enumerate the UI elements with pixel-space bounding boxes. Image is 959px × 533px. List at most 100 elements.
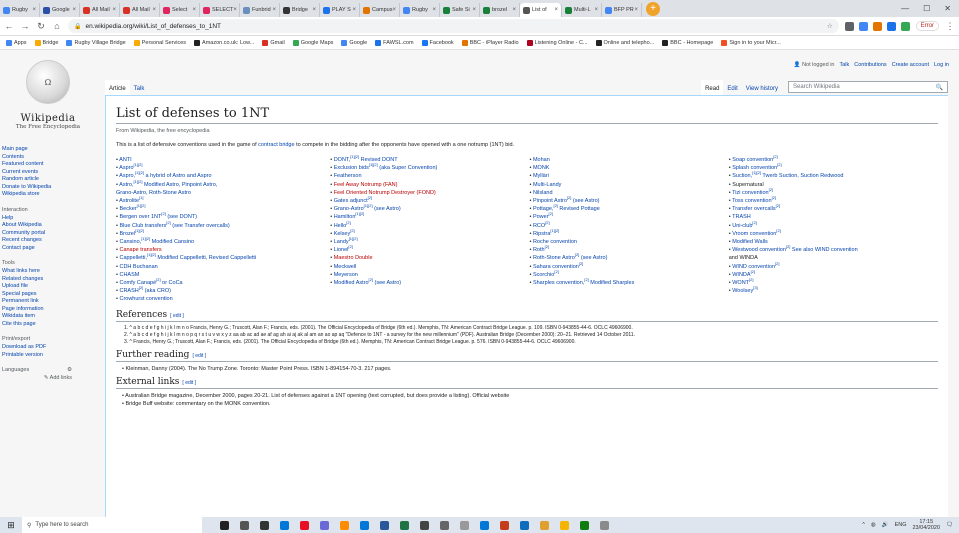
bookmark-item[interactable]: Rugby Village Bridge [66,39,126,46]
app-icon[interactable] [520,520,529,530]
language-indicator[interactable]: ENG [895,522,907,528]
list-item[interactable]: Featherson [330,172,529,180]
list-item[interactable]: CRASH[2] (aka CRO) [116,286,330,295]
sidebar-link[interactable]: Main page [2,146,92,154]
list-item[interactable]: WIND convention[2] [729,261,938,271]
bookmark-item[interactable]: Facebook [421,39,454,46]
list-item[interactable]: Uni-club[2] [729,220,938,230]
close-tab-icon[interactable]: × [272,7,276,13]
list-item[interactable]: Meckwell [330,263,529,271]
list-item[interactable]: Roth-Stone Astro[2] (see Astro) [529,253,728,262]
clock[interactable]: 17:15 23/04/2020 [912,519,940,531]
extension-icon[interactable] [886,21,896,31]
list-item[interactable]: RCO[2] [529,220,728,230]
close-tab-icon[interactable]: × [192,7,196,13]
tab-article[interactable]: Article [105,80,130,95]
close-tab-icon[interactable]: × [112,7,116,13]
list-item[interactable]: Blue Club transfers[2] (see Transfer ove… [116,220,330,230]
app-icon[interactable] [260,520,269,530]
app-icon[interactable] [340,520,349,530]
new-tab-button[interactable]: + [646,2,660,16]
list-item[interactable]: Soap convention[2] [729,155,938,164]
list-item[interactable]: TRASH [729,213,938,221]
extension-icon[interactable] [900,21,910,31]
back-icon[interactable]: ← [4,21,14,31]
extension-icon[interactable] [858,21,868,31]
app-icon[interactable] [500,520,509,530]
list-item[interactable]: Hamilton[1][2] [330,212,529,221]
word-icon[interactable] [380,520,389,530]
list-item[interactable]: and WINDA [729,254,938,262]
sidebar-link[interactable]: Special pages [2,291,92,299]
sidebar-link[interactable]: Wikipedia store [2,191,92,199]
bookmark-item[interactable]: Online and telepho... [595,39,654,46]
bookmark-item[interactable]: BBC - Homepage [662,39,713,46]
list-item[interactable]: Lionel[2] [330,245,529,254]
sidebar-link[interactable]: Help [2,215,92,223]
close-tab-icon[interactable]: × [594,7,598,13]
list-item[interactable]: WINDA[2] [729,270,938,279]
list-item[interactable]: Maestro Double [330,254,529,262]
list-item[interactable]: Astrolite[1] [116,196,330,205]
star-icon[interactable]: ☆ [827,22,833,30]
user-link[interactable]: Contributions [854,62,886,68]
edit-section-link[interactable]: [ edit ] [170,313,184,319]
app-icon[interactable] [440,520,449,530]
close-tab-icon[interactable]: × [472,7,476,13]
close-tab-icon[interactable]: × [32,7,36,13]
app-icon[interactable] [460,520,469,530]
app-icon[interactable] [300,520,309,530]
list-item[interactable]: Roth[2] [529,245,728,254]
bookmark-item[interactable]: BBC - iPlayer Radio [461,39,519,46]
list-item[interactable]: Myllärі [529,172,728,180]
list-item[interactable]: Modified Astro[2] (see Astro) [330,278,529,287]
list-item[interactable]: Power[2] [529,212,728,221]
excel-icon[interactable] [400,520,409,530]
list-item[interactable]: Feel Away Notrump (FAN) [330,181,529,189]
sidebar-link[interactable]: What links here [2,268,92,276]
list-item[interactable]: Becker[1][2] [116,204,330,213]
list-item[interactable]: Exclusion bids[1][2] (aka Super Conventi… [330,163,529,172]
list-item[interactable]: CDH Buchanan [116,263,330,271]
list-item[interactable]: Toss convention[2] [729,196,938,205]
list-item[interactable]: ANTI [116,156,330,164]
list-item[interactable]: CHASM [116,271,330,279]
close-tab-icon[interactable]: × [152,7,156,13]
list-item[interactable]: Pinpoint Astro[2] (see Astro) [529,196,728,205]
browser-tab[interactable]: Multi-L × [562,3,602,17]
browser-tab[interactable]: BFP PR × [602,3,642,17]
sidebar-link[interactable]: Featured content [2,161,92,169]
close-tab-icon[interactable]: × [392,7,396,13]
list-item[interactable]: DONT,[1][2] Revised DONT [330,155,529,164]
sidebar-link[interactable]: Printable version [2,352,92,360]
list-item[interactable]: Suction,[1][2] Twerb Suction, Suction Re… [729,171,938,180]
chevron-up-icon[interactable]: ^ [862,522,865,528]
sidebar-link[interactable]: Current events [2,169,92,177]
browser-tab[interactable]: Funbrid × [240,3,280,17]
sidebar-link[interactable]: Permanent link [2,298,92,306]
close-tab-icon[interactable]: × [72,7,76,13]
close-tab-icon[interactable]: × [634,7,638,13]
forward-icon[interactable]: → [20,21,30,31]
list-item[interactable]: Crowhurst convention [116,295,330,303]
sidebar-link[interactable]: Download as PDF [2,344,92,352]
list-item[interactable]: Kelsey[2] [330,229,529,238]
gear-icon[interactable]: ⚙ [67,367,72,373]
list-item[interactable]: MONK [529,164,728,172]
list-item[interactable]: Hello[2] [330,220,529,230]
list-item[interactable]: Aspro,[1][2] a hybrid of Astro and Aspro [116,171,330,180]
browser-tab[interactable]: Rugby × [0,3,40,17]
list-item[interactable]: Scorchio[2] [529,270,728,279]
tab-edit[interactable]: Edit [723,80,741,95]
bookmark-item[interactable]: Listening Online - C... [526,39,588,46]
contract-bridge-link[interactable]: contract bridge [258,142,294,148]
browser-tab[interactable]: Select × [160,3,200,17]
browser-tab[interactable]: All Mail × [80,3,120,17]
list-item[interactable]: Nilsland [529,189,728,197]
wikipedia-logo[interactable]: Ω Wikipedia The Free Encyclopedia [8,58,88,138]
list-item[interactable]: Gates adjunct[2] [330,196,529,205]
list-item[interactable]: Modified Walls [729,238,938,246]
list-item[interactable]: Transfer overcalls[2] [729,204,938,213]
extension-icon[interactable] [872,21,882,31]
list-item[interactable]: Feel Oriented Notrump Destroyer (FOND) [330,189,529,197]
